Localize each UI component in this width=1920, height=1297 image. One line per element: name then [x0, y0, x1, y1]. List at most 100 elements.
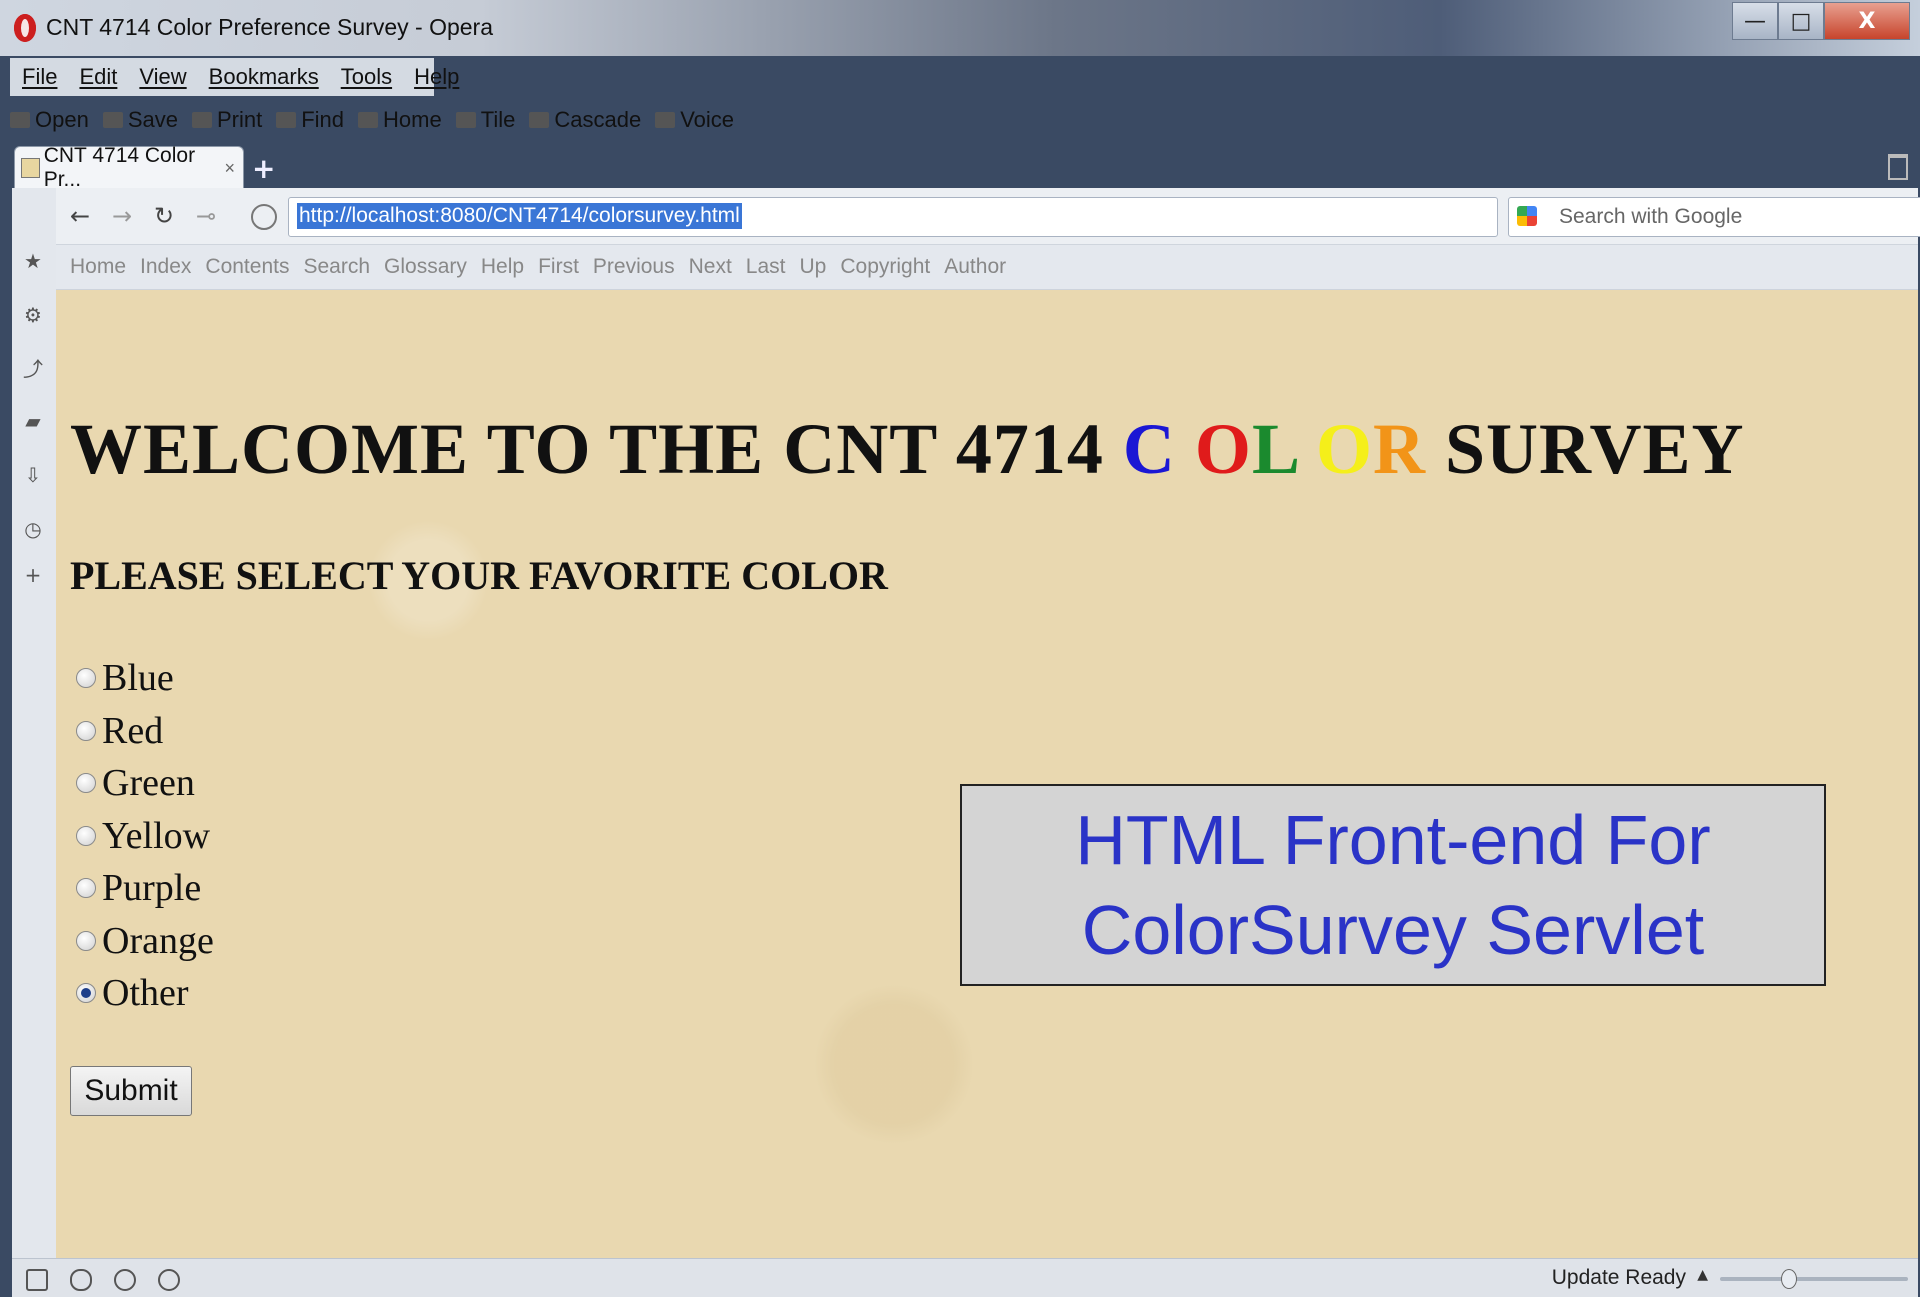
tile-button[interactable]: Tile: [455, 107, 516, 133]
find-icon: [276, 112, 297, 128]
menu-bar: File Edit View Bookmarks Tools Help: [10, 58, 459, 96]
zoom-slider-knob[interactable]: [1780, 1269, 1797, 1289]
caret-up-icon[interactable]: ▲: [1697, 1267, 1708, 1283]
tab-strip: CNT 4714 Color Pr... × +: [0, 144, 1920, 191]
option-purple[interactable]: Purple: [76, 862, 214, 915]
cascade-button[interactable]: Cascade: [529, 107, 641, 133]
nav-up[interactable]: Up: [800, 255, 827, 279]
trash-icon[interactable]: [1888, 154, 1908, 180]
option-red[interactable]: Red: [76, 705, 214, 758]
back-arrow-icon[interactable]: ←: [70, 202, 90, 230]
share-icon[interactable]: ⤴: [22, 358, 44, 380]
color-options: Blue Red Green Yellow Purple Orange Othe…: [76, 652, 214, 1020]
color-letter: [1297, 409, 1316, 489]
site-navigation-bar: Home Index Contents Search Glossary Help…: [56, 245, 1918, 290]
option-label: Other: [102, 972, 189, 1015]
globe-icon: [251, 204, 277, 230]
settings-gear-icon[interactable]: ⚙: [22, 304, 44, 326]
notes-icon[interactable]: ▰: [22, 410, 44, 432]
voice-label: Voice: [680, 107, 735, 132]
radio-button[interactable]: [76, 825, 96, 846]
key-icon[interactable]: ⊸: [196, 202, 216, 230]
home-icon: [358, 112, 379, 128]
update-status[interactable]: Update Ready: [1552, 1266, 1686, 1290]
menu-file[interactable]: File: [22, 64, 57, 90]
menu-view[interactable]: View: [139, 64, 186, 90]
find-label: Find: [301, 107, 345, 132]
cloud-icon[interactable]: [70, 1269, 92, 1291]
submit-button[interactable]: Submit: [70, 1066, 192, 1116]
nav-last[interactable]: Last: [746, 255, 786, 279]
url-field[interactable]: http://localhost:8080/CNT4714/colorsurve…: [251, 197, 1498, 237]
google-icon[interactable]: [1517, 206, 1537, 226]
downloads-icon[interactable]: ⇩: [22, 464, 44, 486]
new-tab-button[interactable]: +: [252, 152, 275, 185]
radio-button[interactable]: [76, 720, 96, 741]
home-button[interactable]: Home: [358, 107, 442, 133]
option-orange[interactable]: Orange: [76, 915, 214, 968]
tab-close-icon[interactable]: ×: [224, 158, 235, 179]
zoom-slider[interactable]: [1720, 1269, 1908, 1289]
url-text[interactable]: http://localhost:8080/CNT4714/colorsurve…: [297, 203, 742, 229]
radio-button[interactable]: [76, 668, 96, 689]
voice-button[interactable]: Voice: [655, 107, 734, 133]
tile-label: Tile: [480, 107, 516, 132]
network-icon[interactable]: [114, 1269, 136, 1291]
option-label: Orange: [102, 919, 214, 962]
nav-search[interactable]: Search: [303, 255, 370, 279]
option-yellow[interactable]: Yellow: [76, 810, 214, 863]
reload-icon[interactable]: ↻: [154, 202, 174, 230]
open-button[interactable]: Open: [10, 107, 89, 133]
nav-index[interactable]: Index: [140, 255, 191, 279]
favorite-color-prompt: PLEASE SELECT YOUR FAVORITE COLOR: [70, 553, 888, 598]
option-label: Purple: [102, 867, 202, 910]
radio-button[interactable]: [76, 773, 96, 794]
option-other[interactable]: Other: [76, 967, 214, 1020]
nav-help[interactable]: Help: [481, 255, 524, 279]
nav-first[interactable]: First: [538, 255, 579, 279]
menu-bookmarks[interactable]: Bookmarks: [209, 64, 319, 90]
speed-dial-icon[interactable]: [158, 1269, 180, 1291]
option-label: Green: [102, 762, 195, 805]
close-button[interactable]: X: [1824, 2, 1910, 40]
panel-toggle-icon[interactable]: [26, 1269, 48, 1291]
menu-help[interactable]: Help: [414, 64, 459, 90]
add-panel-icon[interactable]: +: [22, 564, 44, 586]
forward-arrow-icon[interactable]: →: [112, 202, 132, 230]
minimize-button[interactable]: —: [1732, 2, 1778, 40]
color-letter: R: [1373, 409, 1427, 489]
callout-line-2: ColorSurvey Servlet: [1081, 891, 1705, 969]
toolbar: Open Save Print Find Home Tile Cascade V…: [10, 100, 748, 140]
menu-tools[interactable]: Tools: [341, 64, 392, 90]
option-label: Red: [102, 709, 164, 752]
slide-callout-box: HTML Front-end For ColorSurvey Servlet: [960, 784, 1826, 986]
search-field[interactable]: Search with Google ⌕: [1508, 197, 1920, 237]
nav-previous[interactable]: Previous: [593, 255, 675, 279]
option-blue[interactable]: Blue: [76, 652, 214, 705]
find-button[interactable]: Find: [276, 107, 344, 133]
nav-next[interactable]: Next: [689, 255, 732, 279]
color-word: C OL OR: [1123, 409, 1426, 489]
cascade-label: Cascade: [554, 107, 642, 132]
welcome-prefix: WELCOME TO THE CNT 4714: [70, 409, 1123, 489]
bookmarks-star-icon[interactable]: ★: [22, 250, 44, 272]
maximize-button[interactable]: □: [1778, 2, 1824, 40]
tab-color-survey[interactable]: CNT 4714 Color Pr... ×: [14, 144, 244, 191]
print-label: Print: [216, 107, 263, 132]
nav-author[interactable]: Author: [944, 255, 1006, 279]
save-icon: [102, 112, 123, 128]
nav-contents[interactable]: Contents: [205, 255, 289, 279]
option-green[interactable]: Green: [76, 757, 214, 810]
nav-home[interactable]: Home: [70, 255, 126, 279]
history-clock-icon[interactable]: ◷: [22, 518, 44, 540]
cascade-icon: [529, 112, 550, 128]
radio-button[interactable]: [76, 878, 96, 899]
nav-copyright[interactable]: Copyright: [840, 255, 930, 279]
radio-button[interactable]: [76, 930, 96, 951]
save-button[interactable]: Save: [102, 107, 178, 133]
menu-edit[interactable]: Edit: [79, 64, 117, 90]
print-button[interactable]: Print: [191, 107, 263, 133]
nav-glossary[interactable]: Glossary: [384, 255, 467, 279]
color-letter: L: [1251, 409, 1297, 489]
radio-button-selected[interactable]: [76, 983, 96, 1004]
